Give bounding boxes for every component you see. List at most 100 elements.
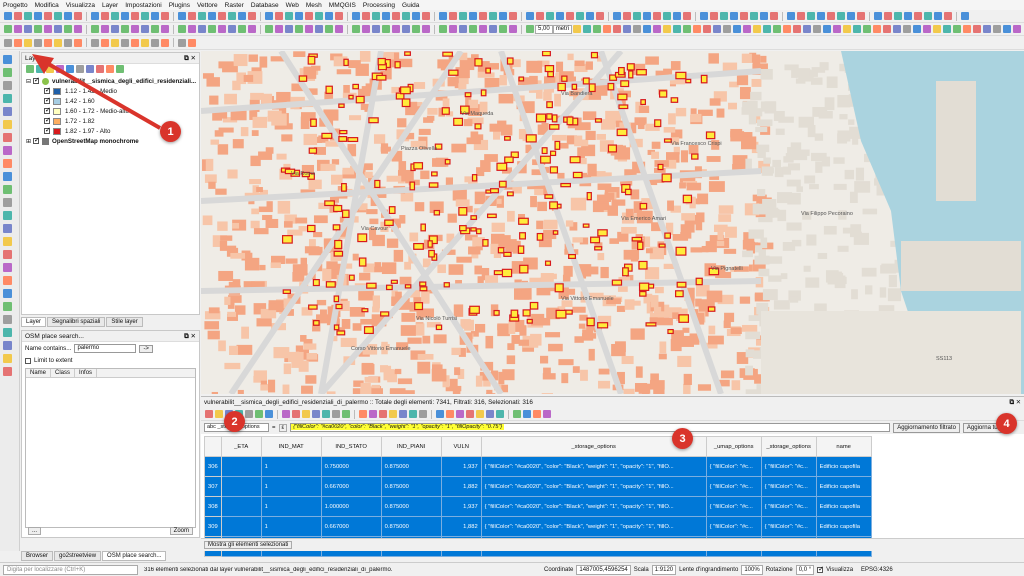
menu-item-4[interactable]: Impostazioni: [125, 2, 162, 9]
selected-building[interactable]: [486, 213, 497, 219]
selected-building[interactable]: [518, 217, 529, 225]
tool-icon[interactable]: [44, 38, 52, 47]
row-number[interactable]: 309: [204, 516, 222, 537]
selected-building[interactable]: [529, 301, 539, 310]
selected-building[interactable]: [590, 236, 601, 244]
tool-icon[interactable]: [740, 12, 748, 20]
tool-icon[interactable]: [335, 12, 343, 20]
tool-icon[interactable]: [121, 12, 129, 20]
selected-building[interactable]: [401, 98, 411, 108]
selected-building[interactable]: [308, 304, 318, 310]
tool-icon[interactable]: [673, 25, 682, 33]
vertical-tool-icon[interactable]: [3, 263, 12, 272]
selected-building[interactable]: [441, 107, 450, 115]
menu-item-13[interactable]: Guida: [402, 2, 419, 9]
selected-building[interactable]: [616, 128, 628, 137]
vertical-tool-icon[interactable]: [3, 120, 12, 129]
limit-extent-checkbox[interactable]: [25, 357, 31, 364]
selected-building[interactable]: [428, 182, 439, 188]
table-cell[interactable]: { "fillColor": "#c...: [760, 516, 817, 537]
selected-building[interactable]: [678, 314, 690, 323]
table-cell[interactable]: 0.667000: [320, 476, 382, 497]
selected-building[interactable]: [341, 183, 347, 192]
table-row[interactable]: 309 1 0.667000 0.875000 1,882{ "fillColor": …: [204, 516, 872, 537]
selected-building[interactable]: [594, 246, 603, 251]
selected-building[interactable]: [594, 118, 602, 123]
attr-tool-icon[interactable]: [399, 410, 407, 418]
selected-building[interactable]: [549, 201, 559, 210]
selected-building[interactable]: [510, 309, 519, 318]
tool-icon[interactable]: [983, 25, 992, 33]
selected-building[interactable]: [638, 282, 650, 291]
tool-icon[interactable]: [151, 12, 159, 20]
osm-col-header[interactable]: Class: [51, 369, 76, 377]
tool-icon[interactable]: [34, 25, 42, 33]
selected-building[interactable]: [546, 113, 553, 120]
selected-building[interactable]: [400, 86, 411, 95]
selected-building[interactable]: [413, 242, 424, 250]
tool-icon[interactable]: [1013, 25, 1022, 33]
attr-tool-icon[interactable]: [265, 410, 273, 418]
selected-building[interactable]: [333, 295, 340, 303]
table-cell[interactable]: 0.875000: [380, 476, 442, 497]
menu-item-2[interactable]: Visualizza: [66, 2, 95, 9]
tool-icon[interactable]: [305, 12, 313, 20]
menu-item-0[interactable]: Progetto: [3, 2, 28, 9]
tool-icon[interactable]: [362, 12, 370, 20]
tool-icon[interactable]: [894, 12, 902, 20]
table-cell[interactable]: 1,882: [440, 516, 482, 537]
tool-icon[interactable]: [847, 12, 855, 20]
tool-icon[interactable]: [643, 25, 652, 33]
tool-icon[interactable]: [91, 38, 99, 47]
tool-icon[interactable]: [673, 12, 681, 20]
selected-building[interactable]: [435, 324, 443, 331]
tool-icon[interactable]: [352, 25, 360, 33]
vertical-tool-icon[interactable]: [3, 289, 12, 298]
tool-icon[interactable]: [161, 38, 169, 47]
attr-tool-icon[interactable]: [476, 410, 484, 418]
selected-building[interactable]: [675, 246, 687, 256]
selected-building[interactable]: [657, 163, 664, 171]
tool-icon[interactable]: [54, 25, 62, 33]
table-cell[interactable]: [220, 516, 262, 537]
tool-icon[interactable]: [536, 12, 544, 20]
selected-building[interactable]: [458, 206, 468, 216]
attr-tool-icon[interactable]: [205, 410, 213, 418]
tool-icon[interactable]: [305, 25, 313, 33]
tool-icon[interactable]: [295, 12, 303, 20]
tool-icon[interactable]: [74, 38, 82, 47]
selected-building[interactable]: [582, 77, 590, 85]
selected-building[interactable]: [654, 119, 662, 128]
table-cell[interactable]: 0.875000: [380, 456, 442, 477]
selected-building[interactable]: [298, 75, 308, 82]
tool-icon[interactable]: [238, 25, 246, 33]
tool-icon[interactable]: [295, 25, 303, 33]
tool-icon[interactable]: [315, 12, 323, 20]
attr-tool-icon[interactable]: [446, 410, 454, 418]
tool-icon[interactable]: [509, 12, 517, 20]
selected-building[interactable]: [667, 328, 674, 335]
selected-building[interactable]: [519, 264, 529, 274]
tool-icon[interactable]: [793, 25, 802, 33]
selected-building[interactable]: [470, 227, 477, 232]
scale-field[interactable]: 1:9120: [651, 564, 677, 575]
selected-building[interactable]: [676, 281, 687, 288]
tool-icon[interactable]: [121, 25, 129, 33]
tool-icon[interactable]: [710, 12, 718, 20]
tool-icon[interactable]: [933, 25, 942, 33]
table-cell[interactable]: { "fillColor": "#c...: [760, 456, 817, 477]
attr-tool-icon[interactable]: [379, 410, 387, 418]
selected-building[interactable]: [541, 51, 551, 57]
unit-select[interactable]: metri: [552, 24, 573, 34]
selected-building[interactable]: [506, 191, 514, 197]
bottom-tab-1[interactable]: go2streetview: [54, 551, 102, 561]
tool-icon[interactable]: [34, 12, 42, 20]
selected-building[interactable]: [377, 57, 386, 66]
selected-building[interactable]: [497, 247, 505, 254]
tool-icon[interactable]: [913, 25, 922, 33]
attr-tool-icon[interactable]: [332, 410, 340, 418]
selected-building[interactable]: [544, 65, 555, 73]
selected-building[interactable]: [335, 303, 343, 310]
attr-tool-icon[interactable]: [369, 410, 377, 418]
selected-building[interactable]: [620, 80, 630, 88]
